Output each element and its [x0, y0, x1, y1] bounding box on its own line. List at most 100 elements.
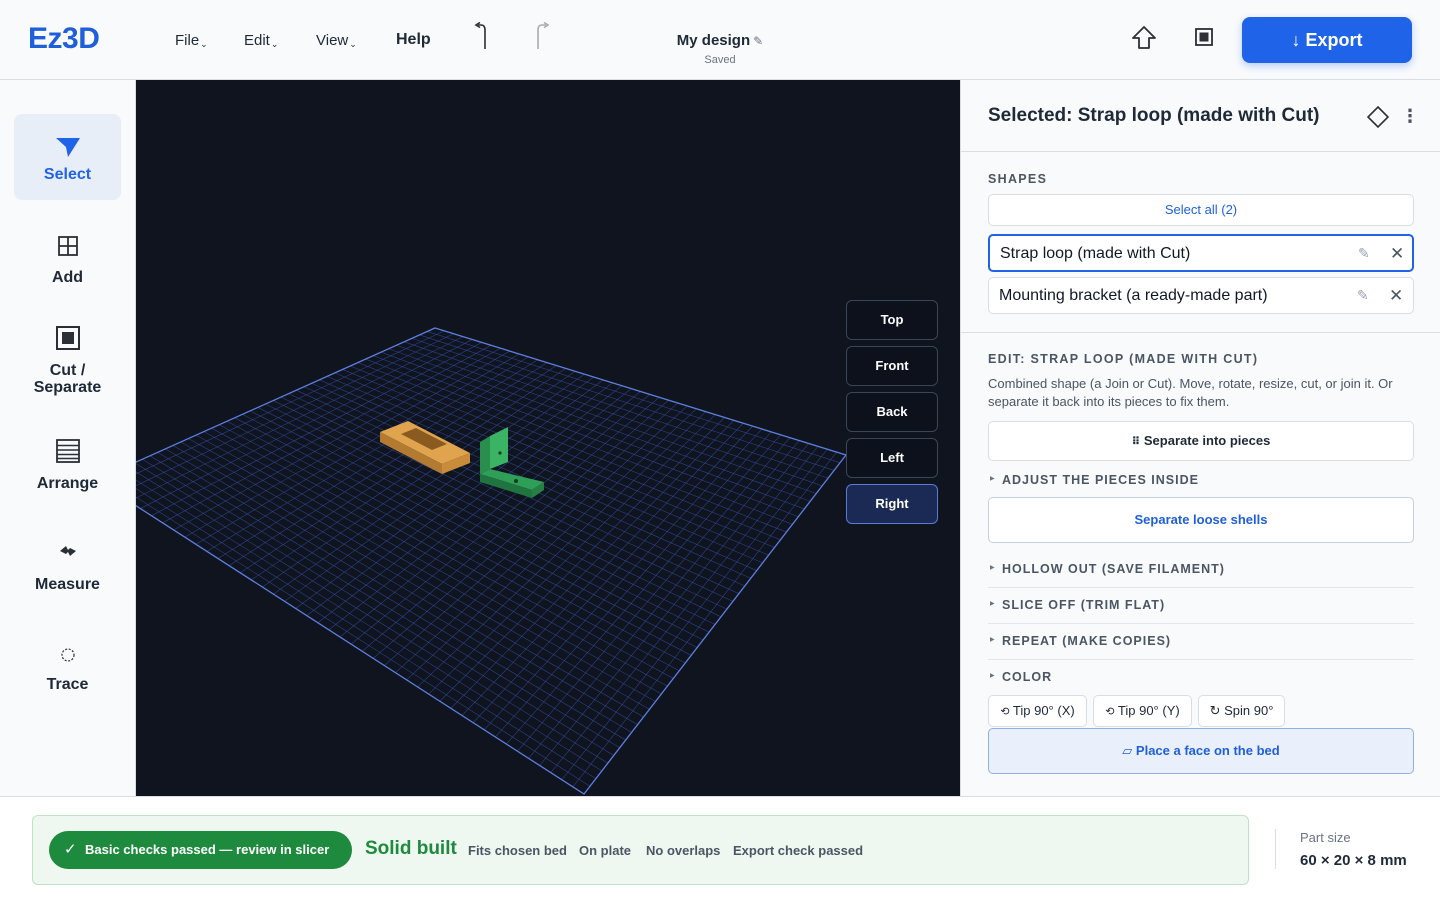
check-export: Export check passed	[733, 843, 864, 858]
collapse-triangle-icon: ▶	[990, 476, 995, 482]
pieces-icon: ⠿	[1131, 436, 1141, 448]
grid-line	[196, 434, 662, 695]
spin-icon: ↻	[1209, 703, 1221, 718]
menu-view-label: View	[316, 32, 349, 49]
hollow-out-label: HOLLOW OUT (SAVE FILAMENT)	[1002, 562, 1225, 576]
view-left-button[interactable]: Left	[846, 438, 938, 478]
tool-select[interactable]: Select	[14, 114, 121, 200]
place-face-on-bed-button[interactable]: ▱ Place a face on the bed	[988, 728, 1414, 774]
select-arrow-icon	[55, 138, 80, 157]
menu-help[interactable]: Help	[396, 31, 431, 49]
hollow-out-toggle[interactable]: ▶ HOLLOW OUT (SAVE FILAMENT)	[988, 552, 1414, 588]
tool-trace[interactable]: Trace	[14, 624, 121, 704]
menu-file[interactable]: File⌄	[175, 32, 208, 50]
slice-off-label: SLICE OFF (TRIM FLAT)	[1002, 598, 1166, 612]
divider	[1275, 829, 1276, 869]
color-label: COLOR	[1002, 670, 1053, 684]
color-toggle[interactable]: ▶ COLOR	[988, 660, 1414, 696]
view-right-button[interactable]: Right	[846, 484, 938, 524]
repeat-toggle[interactable]: ▶ REPEAT (MAKE COPIES)	[988, 624, 1414, 660]
diamond-icon[interactable]	[1367, 106, 1389, 128]
tip-x-button[interactable]: ⟲ Tip 90° (X)	[988, 695, 1087, 727]
grid-line	[165, 448, 638, 725]
tool-arrange[interactable]: Arrange	[14, 424, 121, 504]
checks-passed-label: Basic checks passed — review in slicer	[85, 842, 330, 857]
more-options-icon[interactable]: ⋮	[1401, 106, 1419, 128]
shape-row-strap-loop[interactable]: Strap loop (made with Cut) ✎ ✕	[988, 234, 1414, 272]
adjust-pieces-label: ADJUST THE PIECES INSIDE	[1002, 473, 1199, 487]
tool-measure[interactable]: Measure	[14, 524, 121, 604]
tool-select-label: Select	[43, 166, 92, 183]
spin-button[interactable]: ↻ Spin 90°	[1198, 695, 1285, 727]
frame-icon[interactable]	[1190, 24, 1218, 52]
shape-name: Strap loop (made with Cut)	[1000, 245, 1191, 262]
solid-built-label: Solid built	[365, 838, 457, 859]
shape-row-mounting-bracket[interactable]: Mounting bracket (a ready-made part) ✎ ✕	[988, 277, 1414, 314]
scene-canvas[interactable]	[136, 80, 960, 796]
pencil-icon: ✎	[753, 34, 764, 48]
section-divider	[961, 332, 1440, 333]
shapes-section-label: SHAPES	[988, 172, 1048, 186]
chevron-down-icon: ⌄	[349, 39, 357, 49]
properties-panel: Selected: Strap loop (made with Cut) ⋮ S…	[960, 80, 1440, 796]
menu-edit-label: Edit	[244, 32, 270, 49]
collapse-triangle-icon: ▶	[990, 637, 995, 643]
view-back-button[interactable]: Back	[846, 392, 938, 432]
redo-icon[interactable]	[533, 22, 553, 50]
tool-cut-separate[interactable]: Cut / Separate	[14, 314, 121, 410]
rename-pencil-icon[interactable]: ✎	[1358, 245, 1370, 262]
checks-passed-pill[interactable]: ✓ Basic checks passed — review in slicer	[49, 831, 352, 869]
rotate-icon: ⟲	[1000, 706, 1010, 718]
grid-line	[136, 333, 454, 487]
separate-into-pieces-label: Separate into pieces	[1143, 433, 1271, 448]
adjust-pieces-toggle[interactable]: ▶ ADJUST THE PIECES INSIDE	[988, 463, 1414, 499]
save-status: Saved	[704, 54, 736, 66]
menu-edit[interactable]: Edit⌄	[244, 32, 278, 50]
download-icon: ↓	[1291, 30, 1301, 50]
tool-measure-label: Measure	[35, 576, 100, 593]
chevron-down-icon: ⌄	[200, 39, 208, 49]
chevron-down-icon: ⌄	[270, 39, 279, 49]
separate-into-pieces-button[interactable]: ⠿ Separate into pieces	[988, 421, 1414, 461]
document-title[interactable]: My design ✎	[620, 32, 820, 49]
grid-line	[561, 449, 828, 780]
measure-icon	[59, 546, 76, 556]
view-front-button[interactable]: Front	[846, 346, 938, 386]
build-plate-border	[136, 327, 848, 795]
check-icon: ✓	[64, 841, 77, 858]
grid-line	[249, 410, 704, 641]
rename-pencil-icon[interactable]: ✎	[1357, 287, 1369, 304]
strap-loop-model[interactable]	[380, 421, 470, 474]
separate-loose-shells-button[interactable]: Separate loose shells	[988, 497, 1414, 543]
menu-file-label: File	[175, 32, 200, 49]
menu-view[interactable]: View⌄	[316, 32, 357, 50]
trace-icon	[60, 648, 75, 662]
upload-icon[interactable]	[1130, 24, 1158, 52]
app-logo[interactable]: Ez3D	[28, 22, 100, 56]
export-button[interactable]: ↓ Export	[1242, 17, 1412, 63]
3d-viewport[interactable]: Top Front Back Left Right	[136, 80, 960, 796]
close-icon[interactable]: ✕	[1389, 286, 1403, 306]
top-bar: Ez3D File⌄ Edit⌄ View⌄ Help My design ✎ S…	[0, 0, 1440, 80]
slice-off-toggle[interactable]: ▶ SLICE OFF (TRIM FLAT)	[988, 588, 1414, 624]
edit-section-label: EDIT: STRAP LOOP (MADE WITH CUT)	[988, 352, 1259, 366]
check-no-overlaps: No overlaps	[646, 843, 721, 858]
tool-add[interactable]: Add	[14, 214, 121, 304]
undo-icon[interactable]	[472, 22, 492, 50]
status-bar: ✓ Basic checks passed — review in slicer…	[0, 796, 1440, 900]
grid-line	[149, 455, 626, 741]
collapse-triangle-icon: ▶	[990, 601, 995, 607]
repeat-label: REPEAT (MAKE COPIES)	[1002, 634, 1172, 648]
tip-y-label: Tip 90° (Y)	[1117, 703, 1180, 718]
part-size-value: 60 × 20 × 8 mm	[1300, 852, 1407, 869]
edit-description: Combined shape (a Join or Cut). Move, ro…	[988, 376, 1393, 409]
rotate-icon: ⟲	[1105, 706, 1115, 718]
view-top-button[interactable]: Top	[846, 300, 938, 340]
arrange-lines-icon	[55, 439, 80, 463]
close-icon[interactable]: ✕	[1390, 244, 1404, 264]
tip-y-button[interactable]: ⟲ Tip 90° (Y)	[1093, 695, 1192, 727]
tool-cut-separate-label-line-2: Separate	[33, 379, 102, 396]
select-all-button[interactable]: Select all (2)	[988, 194, 1414, 226]
tool-cut-separate-label: Cut / Separate	[14, 362, 121, 396]
grid-line	[528, 440, 800, 759]
